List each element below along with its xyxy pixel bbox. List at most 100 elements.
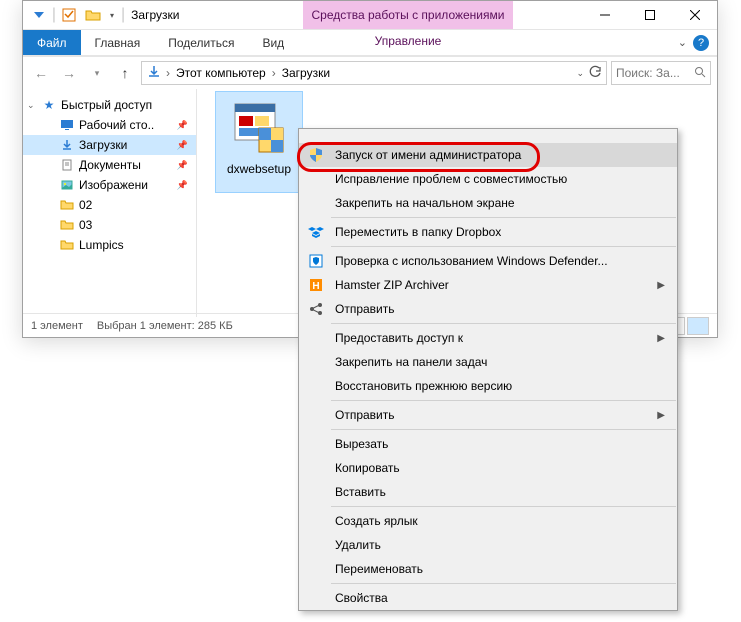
view-large-icons-button[interactable] — [687, 317, 709, 335]
nav-up-button[interactable]: ↑ — [113, 61, 137, 85]
ctx-label: Отправить — [335, 408, 395, 422]
ctx-open[interactable] — [299, 129, 677, 143]
ctx-label: Закрепить на начальном экране — [335, 196, 515, 210]
tab-view[interactable]: Вид — [248, 30, 298, 55]
shield-icon — [307, 146, 325, 164]
breadcrumb-current[interactable]: Загрузки — [280, 66, 332, 80]
tab-home[interactable]: Главная — [81, 30, 155, 55]
properties-qat-icon[interactable] — [57, 4, 81, 26]
ribbon: Файл Главная Поделиться Вид Управление ⌄… — [23, 29, 717, 55]
ctx-cut[interactable]: Вырезать — [299, 432, 677, 456]
ctx-label: Закрепить на панели задач — [335, 355, 487, 369]
help-icon[interactable]: ? — [693, 35, 709, 51]
chevron-right-icon: ▶ — [657, 410, 665, 421]
qat-dropdown-icon[interactable]: ▾ — [105, 4, 119, 26]
context-menu: Запуск от имени администратора Исправлен… — [298, 128, 678, 611]
ctx-dropbox[interactable]: Переместить в папку Dropbox — [299, 220, 677, 244]
sidebar-item-label: Быстрый доступ — [61, 98, 152, 112]
desktop-icon — [59, 117, 75, 133]
downloads-icon — [59, 137, 75, 153]
search-input[interactable]: Поиск: За... — [611, 61, 711, 85]
breadcrumb[interactable]: › Этот компьютер › Загрузки ⌄ — [141, 61, 607, 85]
sidebar-item-folder[interactable]: 02 — [23, 195, 196, 215]
share-icon — [307, 300, 325, 318]
tab-manage[interactable]: Управление — [303, 30, 513, 52]
sidebar-item-desktop[interactable]: Рабочий сто.. 📌 — [23, 115, 196, 135]
tab-share[interactable]: Поделиться — [154, 30, 248, 55]
breadcrumb-root[interactable]: Этот компьютер — [174, 66, 268, 80]
context-tab-header: Средства работы с приложениями — [303, 1, 513, 29]
search-placeholder: Поиск: За... — [616, 66, 680, 80]
ctx-delete[interactable]: Удалить — [299, 533, 677, 557]
sidebar-item-downloads[interactable]: Загрузки 📌 — [23, 135, 196, 155]
ctx-pin-taskbar[interactable]: Закрепить на панели задач — [299, 350, 677, 374]
ctx-run-as-admin[interactable]: Запуск от имени администратора — [299, 143, 677, 167]
nav-back-button[interactable]: ← — [29, 61, 53, 85]
ctx-send[interactable]: Отправить — [299, 297, 677, 321]
folder-icon — [59, 217, 75, 233]
star-icon: ★ — [41, 97, 57, 113]
ctx-defender[interactable]: Проверка с использованием Windows Defend… — [299, 249, 677, 273]
refresh-icon[interactable] — [588, 65, 602, 82]
nav-forward-button: → — [57, 61, 81, 85]
defender-icon — [307, 252, 325, 270]
ctx-label: Исправление проблем с совместимостью — [335, 172, 567, 186]
ctx-separator — [331, 246, 676, 247]
ctx-label: Отправить — [335, 302, 395, 316]
pictures-icon — [59, 177, 75, 193]
ctx-restore[interactable]: Восстановить прежнюю версию — [299, 374, 677, 398]
documents-icon — [59, 157, 75, 173]
ctx-send-to[interactable]: Отправить ▶ — [299, 403, 677, 427]
close-button[interactable] — [672, 1, 717, 29]
window-title: Загрузки — [131, 8, 179, 22]
exe-icon — [229, 100, 289, 156]
sidebar-item-documents[interactable]: Документы 📌 — [23, 155, 196, 175]
file-label: dxwebsetup — [227, 162, 291, 176]
ctx-compat[interactable]: Исправление проблем с совместимостью — [299, 167, 677, 191]
folder-icon — [59, 237, 75, 253]
ctx-label: Переместить в папку Dropbox — [335, 225, 501, 239]
sidebar-item-folder[interactable]: Lumpics — [23, 235, 196, 255]
ctx-pin-start[interactable]: Закрепить на начальном экране — [299, 191, 677, 215]
ctx-separator — [331, 323, 676, 324]
ctx-label: Предоставить доступ к — [335, 331, 463, 345]
pin-icon: 📌 — [177, 140, 188, 151]
sidebar-item-label: Изображени — [79, 178, 148, 192]
file-tile-dxwebsetup[interactable]: dxwebsetup — [215, 91, 303, 193]
ribbon-expand-icon[interactable]: ⌄ — [678, 36, 687, 49]
ctx-properties[interactable]: Свойства — [299, 586, 677, 610]
sidebar-item-label: Документы — [79, 158, 141, 172]
ctx-paste[interactable]: Вставить — [299, 480, 677, 504]
ctx-label: Вырезать — [335, 437, 388, 451]
sidebar-quick-access[interactable]: ⌄ ★ Быстрый доступ — [23, 95, 196, 115]
chevron-down-icon[interactable]: ⌄ — [27, 100, 35, 111]
ctx-rename[interactable]: Переименовать — [299, 557, 677, 581]
ctx-hamster[interactable]: H Hamster ZIP Archiver ▶ — [299, 273, 677, 297]
hamster-icon: H — [307, 276, 325, 294]
ctx-label: Hamster ZIP Archiver — [335, 278, 449, 292]
down-arrow-icon[interactable] — [27, 4, 51, 26]
nav-recent-dropdown[interactable]: ▾ — [85, 61, 109, 85]
pin-icon: 📌 — [177, 160, 188, 171]
status-count: 1 элемент — [31, 320, 83, 332]
sidebar-item-label: 03 — [79, 218, 92, 232]
folder-qat-icon[interactable] — [81, 4, 105, 26]
tab-file[interactable]: Файл — [23, 30, 81, 55]
ctx-shortcut[interactable]: Создать ярлык — [299, 509, 677, 533]
ctx-label: Удалить — [335, 538, 381, 552]
search-icon — [694, 66, 706, 81]
sidebar-item-label: Lumpics — [79, 238, 124, 252]
ctx-label: Вставить — [335, 485, 386, 499]
addressbar: ← → ▾ ↑ › Этот компьютер › Загрузки ⌄ По… — [23, 57, 717, 89]
sidebar: ⌄ ★ Быстрый доступ Рабочий сто.. 📌 Загру… — [23, 89, 197, 317]
minimize-button[interactable] — [582, 1, 627, 29]
ctx-share-access[interactable]: Предоставить доступ к ▶ — [299, 326, 677, 350]
maximize-button[interactable] — [627, 1, 672, 29]
chevron-right-icon: ▶ — [657, 280, 665, 291]
ctx-separator — [331, 583, 676, 584]
address-dropdown-icon[interactable]: ⌄ — [576, 68, 584, 79]
sidebar-item-folder[interactable]: 03 — [23, 215, 196, 235]
ctx-copy[interactable]: Копировать — [299, 456, 677, 480]
ctx-label: Проверка с использованием Windows Defend… — [335, 254, 608, 268]
sidebar-item-pictures[interactable]: Изображени 📌 — [23, 175, 196, 195]
